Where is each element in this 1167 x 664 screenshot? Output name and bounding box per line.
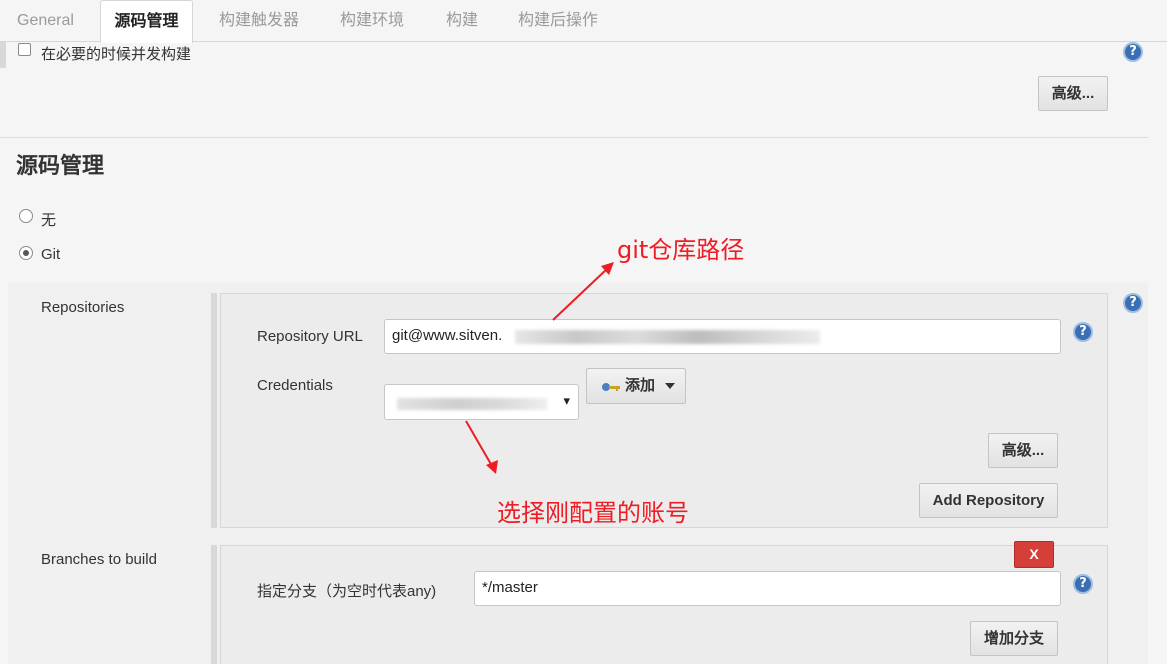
annotation-arrows (465, 262, 614, 474)
annotation-git-path: git仓库路径 (617, 236, 745, 264)
annotation-select-account: 选择刚配置的账号 (497, 499, 689, 527)
